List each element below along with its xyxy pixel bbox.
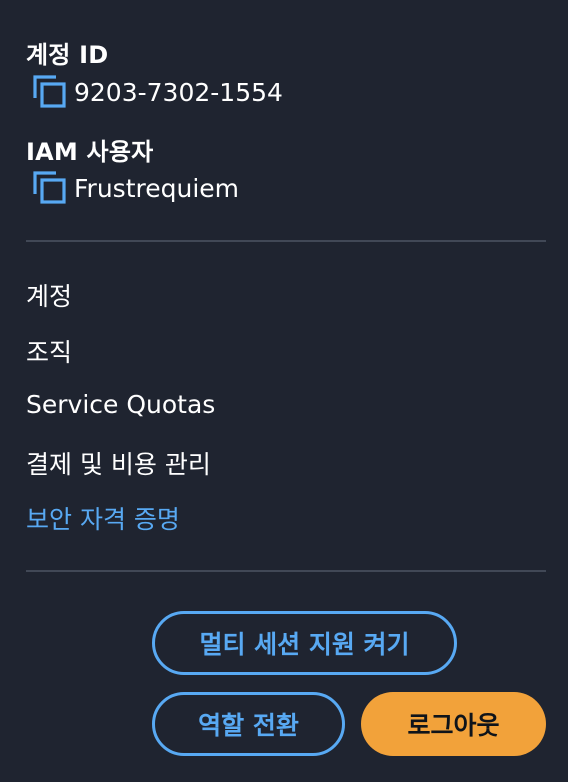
divider	[26, 240, 546, 242]
account-menu-panel: 계정 ID 9203-7302-1554 IAM 사용자 Frustrequie…	[0, 0, 568, 782]
multi-session-button[interactable]: 멀티 세션 지원 켜기	[152, 611, 457, 675]
iam-user-title: IAM 사용자	[26, 138, 154, 166]
account-id-title: 계정 ID	[26, 41, 109, 69]
menu-item-billing[interactable]: 결제 및 비용 관리	[26, 445, 211, 481]
iam-user-value: Frustrequiem	[74, 173, 240, 203]
switch-role-button[interactable]: 역할 전환	[152, 692, 345, 756]
iam-user-row: Frustrequiem	[32, 170, 239, 206]
menu-item-account[interactable]: 계정	[26, 277, 72, 313]
account-id-row: 9203-7302-1554	[32, 74, 283, 110]
copy-icon[interactable]	[32, 74, 68, 110]
copy-icon[interactable]	[32, 170, 68, 206]
sign-out-button[interactable]: 로그아웃	[361, 692, 546, 756]
divider	[26, 570, 546, 572]
menu-item-security-credentials[interactable]: 보안 자격 증명	[26, 500, 180, 536]
account-id-value: 9203-7302-1554	[74, 77, 283, 107]
menu-item-service-quotas[interactable]: Service Quotas	[26, 390, 215, 419]
menu-item-organization[interactable]: 조직	[26, 333, 72, 369]
